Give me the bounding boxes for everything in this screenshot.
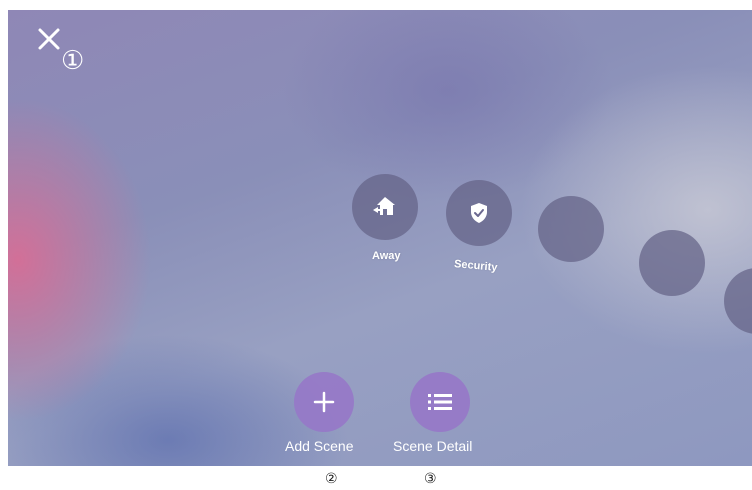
scene-empty-slot[interactable]	[538, 196, 604, 262]
scene-empty-slot[interactable]	[639, 230, 705, 296]
scene-security[interactable]	[446, 180, 512, 246]
scene-detail-label: Scene Detail	[393, 438, 473, 454]
scene-empty-slot[interactable]	[724, 268, 752, 334]
annotation-marker-close: ①	[61, 46, 85, 76]
scene-label-away: Away	[372, 250, 401, 262]
scene-label-security: Security	[453, 258, 498, 274]
scene-detail-button[interactable]	[410, 372, 470, 432]
scene-screen: ① Away Security Add Scene Scene Detail	[8, 10, 752, 466]
scene-away[interactable]	[352, 174, 418, 240]
plus-icon	[313, 391, 335, 413]
list-icon	[428, 394, 452, 410]
home-away-icon	[373, 197, 395, 215]
shield-check-icon	[471, 203, 487, 223]
add-scene-button[interactable]	[294, 372, 354, 432]
add-scene-label: Add Scene	[285, 438, 354, 454]
annotation-marker-scene-detail: ③	[424, 471, 437, 487]
annotation-marker-add-scene: ②	[325, 471, 338, 487]
